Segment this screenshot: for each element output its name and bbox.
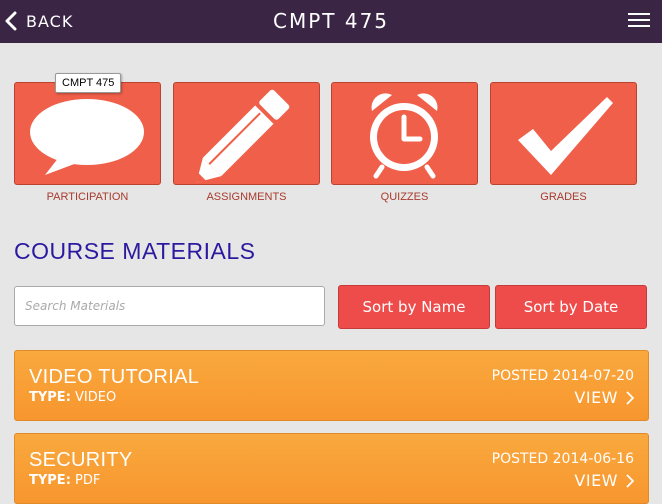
quizzes-tile[interactable] <box>331 82 478 185</box>
participation-label: PARTICIPATION <box>46 191 129 203</box>
material-card[interactable]: VIDEO TUTORIAL TYPE: VIDEO POSTED 2014-0… <box>14 350 649 421</box>
material-title: VIDEO TUTORIAL <box>29 366 200 388</box>
material-type: TYPE: VIDEO <box>29 390 116 405</box>
material-card[interactable]: SECURITY TYPE: PDF POSTED 2014-06-16 VIE… <box>14 433 649 504</box>
type-value: VIDEO <box>75 390 117 405</box>
page-title: CMPT 475 <box>272 9 390 33</box>
alarm-clock-icon <box>370 93 438 179</box>
view-label: VIEW <box>574 388 618 407</box>
speech-bubble-icon <box>30 99 144 175</box>
chevron-right-icon <box>626 473 634 488</box>
sort-by-date-button[interactable]: Sort by Date <box>495 285 647 329</box>
participation-tile[interactable] <box>14 82 161 185</box>
search-input[interactable] <box>14 286 325 326</box>
view-link[interactable]: VIEW <box>574 471 634 490</box>
material-type: TYPE: PDF <box>29 473 100 488</box>
posted-date: POSTED 2014-06-16 <box>491 451 634 467</box>
section-title: COURSE MATERIALS <box>14 238 256 264</box>
type-value: PDF <box>75 473 101 488</box>
chevron-right-icon <box>626 390 634 405</box>
type-label: TYPE: <box>29 390 71 405</box>
hamburger-menu-icon[interactable] <box>628 13 650 29</box>
tooltip: CMPT 475 <box>55 73 122 93</box>
assignments-label: ASSIGNMENTS <box>206 191 287 203</box>
pencil-icon <box>196 89 290 183</box>
type-label: TYPE: <box>29 473 71 488</box>
material-title: SECURITY <box>29 449 133 471</box>
sort-by-name-button[interactable]: Sort by Name <box>338 285 490 329</box>
assignments-tile[interactable] <box>173 82 320 185</box>
quizzes-label: QUIZZES <box>380 191 429 203</box>
checkmark-icon <box>518 97 613 175</box>
view-link[interactable]: VIEW <box>574 388 634 407</box>
grades-tile[interactable] <box>490 82 637 185</box>
view-label: VIEW <box>574 471 618 490</box>
posted-date: POSTED 2014-07-20 <box>491 368 634 384</box>
grades-label: GRADES <box>540 191 587 203</box>
top-bar: BACK CMPT 475 <box>0 0 662 43</box>
